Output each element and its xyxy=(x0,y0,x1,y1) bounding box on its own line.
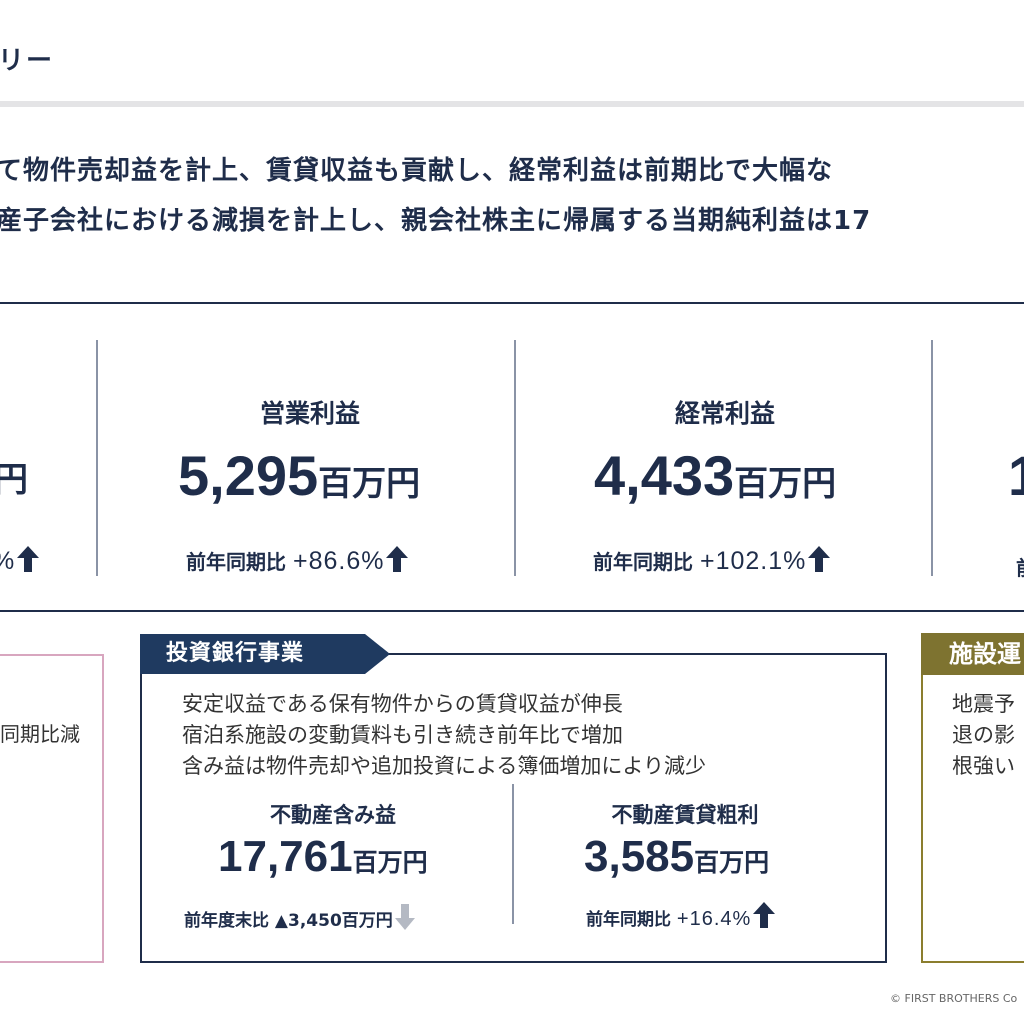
metric-divider xyxy=(512,784,514,924)
kpi-yoy-operating-income: 前年同期比 +86.6% xyxy=(186,546,409,576)
kpi-divider xyxy=(96,340,98,576)
kpi-right-partial-yoy: 前 xyxy=(1016,552,1024,581)
kpi-left-partial-yoy: % xyxy=(0,546,40,576)
kpi-divider xyxy=(931,340,933,576)
kpi-band-bottom-rule xyxy=(0,610,1024,612)
arrow-up-icon xyxy=(808,546,831,572)
metric-yoy-unrealized-gain: 前年度末比 ▲3,450百万円 xyxy=(184,904,415,931)
arrow-down-icon xyxy=(394,904,415,930)
segment-tag-investment-banking: 投資銀行事業 xyxy=(140,634,390,674)
metric-label-rental-gross-profit: 不動産賃貸粗利 xyxy=(611,803,759,827)
metric-label-unrealized-gain: 不動産含み益 xyxy=(270,803,396,827)
kpi-left-partial-value: 円 xyxy=(0,460,28,500)
copyright: © FIRST BROTHERS Co xyxy=(890,992,1018,1005)
segment-body-line: 宿泊系施設の変動賃料も引き続き前年比で増加 xyxy=(182,723,623,747)
segment-body-line: 安定収益である保有物件からの賃貸収益が伸長 xyxy=(182,692,623,716)
arrow-up-icon xyxy=(386,546,409,572)
kpi-value-operating-income: 5,295百万円 xyxy=(178,444,421,507)
arrow-up-icon xyxy=(753,902,776,928)
segment-left-partial-text: 同期比減 xyxy=(0,722,80,746)
kpi-band-top-rule xyxy=(0,302,1024,304)
kpi-label-operating-income: 営業利益 xyxy=(259,399,360,428)
kpi-right-partial-value: 1 xyxy=(1008,444,1024,507)
kpi-label-ordinary-income: 経常利益 xyxy=(674,399,775,428)
kpi-value-ordinary-income: 4,433百万円 xyxy=(594,444,837,507)
segment-body-line: 根強い xyxy=(952,754,1015,778)
segment-body-line: 含み益は物件売却や追加投資による簿価増加により減少 xyxy=(182,754,706,778)
arrow-up-icon xyxy=(17,546,40,572)
title-divider xyxy=(0,101,1024,107)
kpi-divider xyxy=(514,340,516,576)
metric-value-rental-gross-profit: 3,585百万円 xyxy=(584,832,770,881)
page-title: リー xyxy=(0,46,55,76)
segment-body-line: 退の影 xyxy=(952,723,1015,747)
summary-line-2: 産子会社における減損を計上し、親会社株主に帰属する当期純利益は17 xyxy=(0,206,872,236)
summary-line-1: て物件売却益を計上、賃貸収益も貢献し、経常利益は前期比で大幅な xyxy=(0,156,834,186)
segment-tag-facility-ops: 施設運 xyxy=(921,633,1024,675)
metric-yoy-rental-gross-profit: 前年同期比 +16.4% xyxy=(586,902,776,931)
kpi-yoy-ordinary-income: 前年同期比 +102.1% xyxy=(593,546,831,576)
segment-body-line: 地震予 xyxy=(952,692,1015,716)
metric-value-unrealized-gain: 17,761百万円 xyxy=(218,832,428,881)
segment-box-left-partial xyxy=(0,654,104,963)
